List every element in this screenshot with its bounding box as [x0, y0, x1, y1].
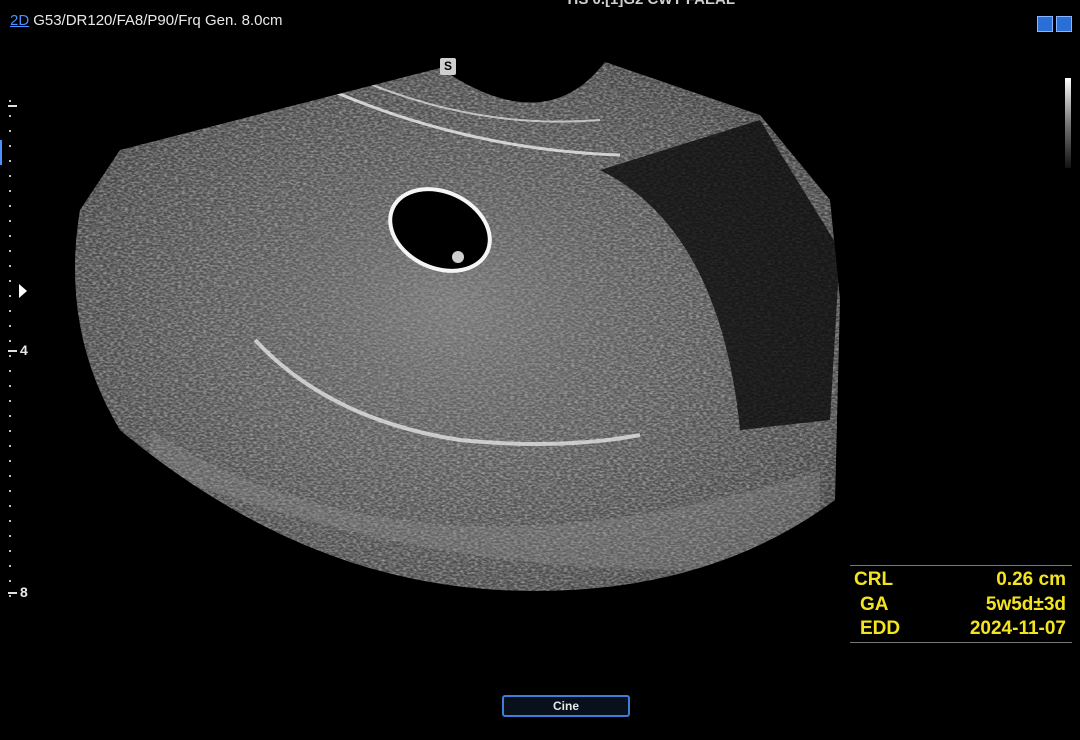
probe-icon[interactable] [1037, 16, 1053, 32]
top-right-icons [1037, 16, 1072, 32]
measurement-row-ga: GA 5w5d±3d [850, 594, 1072, 618]
depth-scale [0, 100, 27, 600]
measurement-value: 5w5d±3d [985, 594, 1066, 615]
measurement-value: 2024-11-07 [969, 618, 1066, 639]
cine-button[interactable]: Cine [502, 695, 630, 717]
image-settings-icon[interactable] [1056, 16, 1072, 32]
focus-marker-icon [19, 284, 27, 298]
depth-label-4: 4 [20, 342, 28, 358]
imaging-params-text: G53/DR120/FA8/P90/Frq Gen. 8.0cm [33, 12, 283, 29]
imaging-parameters: 2D G53/DR120/FA8/P90/Frq Gen. 8.0cm [10, 12, 282, 29]
measurement-results: CRL 0.26 cm GA 5w5d±3d EDD 2024-11-07 [850, 565, 1072, 643]
grayscale-bar [1065, 78, 1071, 168]
measurement-label: GA [860, 594, 889, 615]
measurement-label: CRL [854, 569, 894, 590]
probe-orientation-marker: S [440, 58, 456, 75]
depth-label-8: 8 [20, 584, 28, 600]
top-status-text: TIS 0.[1]G2 CWT FAEAL [565, 0, 735, 8]
measurement-label: EDD [860, 618, 901, 639]
measurement-row-edd: EDD 2024-11-07 [850, 618, 1072, 642]
measurement-value: 0.26 cm [996, 569, 1066, 590]
measurement-row-crl: CRL 0.26 cm [850, 569, 1072, 593]
